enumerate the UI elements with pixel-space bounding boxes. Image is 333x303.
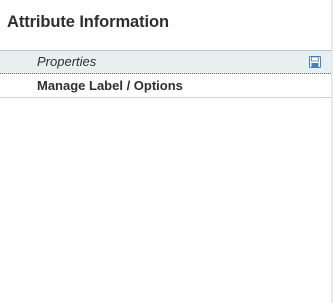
panel-title: Attribute Information — [7, 13, 169, 31]
tab-manage-label-options[interactable]: Manage Label / Options — [0, 74, 331, 98]
attribute-info-panel: Attribute Information Properties Manage … — [0, 0, 331, 303]
tab-list: Properties Manage Label / Options — [0, 50, 331, 98]
save-icon — [309, 56, 321, 68]
tab-manage-label-options-label: Manage Label / Options — [37, 78, 183, 93]
tab-properties[interactable]: Properties — [0, 51, 331, 74]
tab-properties-label: Properties — [37, 54, 97, 69]
